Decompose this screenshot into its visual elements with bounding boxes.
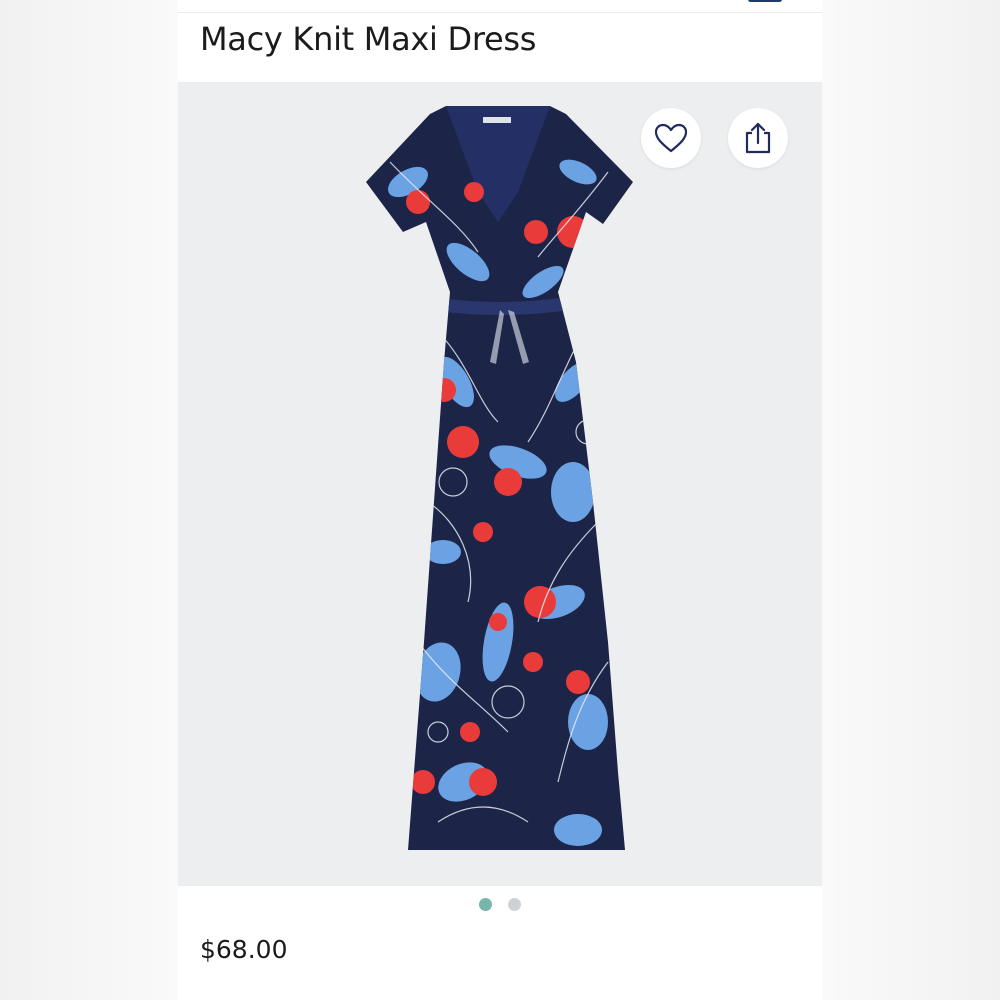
carousel-dot-1[interactable] (479, 898, 492, 911)
product-image-carousel[interactable] (178, 82, 822, 886)
carousel-dot-2[interactable] (508, 898, 521, 911)
right-margin (822, 0, 1000, 1000)
header-icon[interactable] (748, 0, 782, 2)
share-button[interactable] (728, 108, 788, 168)
product-image-dress (366, 106, 633, 850)
left-margin (0, 0, 178, 1000)
heart-icon (654, 123, 688, 153)
carousel-indicator (178, 898, 822, 918)
product-card: Macy Knit Maxi Dress $68.00 (178, 0, 822, 1000)
top-bar (178, 0, 822, 13)
share-icon (745, 122, 771, 154)
product-title: Macy Knit Maxi Dress (200, 20, 537, 58)
product-price: $68.00 (200, 935, 288, 964)
favorite-button[interactable] (641, 108, 701, 168)
